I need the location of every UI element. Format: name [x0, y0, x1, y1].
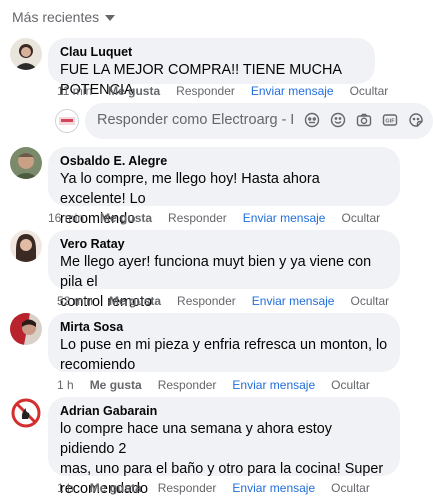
sort-dropdown[interactable]: Más recientes	[12, 9, 116, 25]
avatar[interactable]	[10, 397, 42, 429]
send-message-button[interactable]: Enviar mensaje	[243, 211, 326, 225]
comment-actions: 16 min Me gusta Responder Enviar mensaje…	[48, 211, 380, 225]
gif-icon[interactable]: GIF	[381, 111, 399, 129]
comment-author[interactable]: Vero Ratay	[60, 236, 388, 252]
like-button[interactable]: Me gusta	[100, 211, 152, 225]
comment-author[interactable]: Clau Luquet	[60, 44, 363, 60]
hide-button[interactable]: Ocultar	[341, 211, 380, 225]
send-message-button[interactable]: Enviar mensaje	[232, 481, 315, 495]
avatar[interactable]	[10, 38, 42, 70]
reply-button[interactable]: Responder	[176, 84, 235, 98]
like-button[interactable]: Me gusta	[90, 481, 142, 495]
avatar-sticker-icon[interactable]	[303, 111, 321, 129]
emoji-icon[interactable]	[329, 111, 347, 129]
send-message-button[interactable]: Enviar mensaje	[251, 84, 334, 98]
comment-bubble: Clau Luquet FUE LA MEJOR COMPRA!! TIENE …	[48, 38, 375, 98]
avatar[interactable]	[10, 147, 42, 179]
comment-author[interactable]: Mirta Sosa	[60, 319, 388, 335]
comment-actions: 1 h Me gusta Responder Enviar mensaje Oc…	[57, 481, 370, 495]
sort-label: Más recientes	[12, 9, 100, 25]
comment-time[interactable]: 11 min	[57, 84, 92, 98]
comment-actions: 11 min Me gusta Responder Enviar mensaje…	[57, 84, 388, 98]
comment-author[interactable]: Adrian Gabarain	[60, 403, 388, 419]
hide-button[interactable]: Ocultar	[331, 481, 370, 495]
page-avatar	[55, 109, 79, 133]
camera-icon[interactable]	[355, 111, 373, 129]
comment-bubble: Adrian Gabarain lo compre hace una seman…	[48, 397, 400, 497]
comment-bubble: Vero Ratay Me llego ayer! funciona muyt …	[48, 230, 400, 310]
svg-text:GIF: GIF	[385, 118, 395, 124]
hide-button[interactable]: Ocultar	[350, 294, 389, 308]
comment-author[interactable]: Osbaldo E. Alegre	[60, 153, 388, 169]
comment-bubble: Osbaldo E. Alegre Ya lo compre, me llego…	[48, 147, 400, 227]
comment-time[interactable]: 1 h	[57, 481, 74, 495]
comment-actions: 1 h Me gusta Responder Enviar mensaje Oc…	[57, 378, 370, 392]
avatar[interactable]	[10, 230, 42, 262]
reply-button[interactable]: Responder	[158, 481, 217, 495]
reply-input[interactable]: Responder como Electroarg - P... GIF	[85, 103, 433, 139]
comment-time[interactable]: 1 h	[57, 378, 74, 392]
reply-placeholder: Responder como Electroarg - P...	[97, 112, 293, 128]
reply-button[interactable]: Responder	[158, 378, 217, 392]
like-button[interactable]: Me gusta	[109, 294, 161, 308]
hide-button[interactable]: Ocultar	[331, 378, 370, 392]
send-message-button[interactable]: Enviar mensaje	[252, 294, 335, 308]
comment-actions: 52 min Me gusta Responder Enviar mensaje…	[57, 294, 389, 308]
hide-button[interactable]: Ocultar	[350, 84, 389, 98]
caret-down-icon	[105, 15, 116, 21]
reply-button[interactable]: Responder	[168, 211, 227, 225]
like-button[interactable]: Me gusta	[90, 378, 142, 392]
comment-time[interactable]: 16 min	[48, 211, 84, 225]
avatar[interactable]	[10, 313, 42, 345]
like-button[interactable]: Me gusta	[108, 84, 160, 98]
comment-text: Lo puse en mi pieza y enfria refresca un…	[60, 337, 388, 373]
send-message-button[interactable]: Enviar mensaje	[232, 378, 315, 392]
reply-composer: Responder como Electroarg - P... GIF	[55, 103, 433, 139]
comment-time[interactable]: 52 min	[57, 294, 93, 308]
comment-bubble: Mirta Sosa Lo puse en mi pieza y enfria …	[48, 313, 400, 373]
sticker-icon[interactable]	[407, 111, 425, 129]
reply-button[interactable]: Responder	[177, 294, 236, 308]
